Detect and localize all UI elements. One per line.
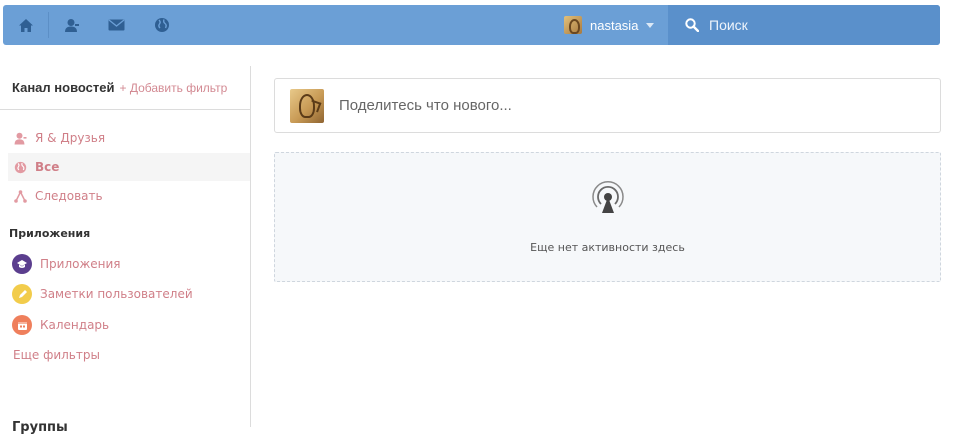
apps-section-title: Приложения xyxy=(9,227,91,240)
user-menu[interactable]: nastasia xyxy=(564,5,655,45)
sidebar-item-follow[interactable]: Следовать xyxy=(8,182,250,210)
sidebar-header: Канал новостей + Добавить фильтр xyxy=(0,66,250,110)
search-icon xyxy=(685,18,699,32)
search-input[interactable] xyxy=(709,17,909,33)
avatar xyxy=(290,88,324,123)
user-icon xyxy=(64,18,79,32)
nav-friends-button[interactable] xyxy=(49,5,94,45)
calendar-icon xyxy=(12,315,32,335)
chevron-down-icon xyxy=(646,22,655,28)
globe-icon xyxy=(13,160,27,174)
more-filters-link[interactable]: Еще фильтры xyxy=(13,348,100,362)
home-icon xyxy=(18,18,33,32)
nav-explore-button[interactable] xyxy=(139,5,184,45)
activity-empty-state: Еще нет активности здесь xyxy=(274,152,941,282)
broadcast-icon xyxy=(592,181,624,213)
sidebar-item-label: Все xyxy=(35,160,60,174)
empty-activity-text: Еще нет активности здесь xyxy=(530,241,685,254)
sidebar-item-label: Календарь xyxy=(40,318,110,332)
sidebar-item-label: Заметки пользователей xyxy=(40,287,193,301)
sidebar-title: Канал новостей xyxy=(12,80,115,95)
sidebar-item-calendar[interactable]: Календарь xyxy=(12,313,109,337)
groups-section-title: Группы xyxy=(12,420,68,435)
sidebar-item-label: Приложения xyxy=(40,257,121,271)
mail-icon xyxy=(108,19,125,31)
add-filter-link[interactable]: + Добавить фильтр xyxy=(119,81,227,95)
share-placeholder: Поделитесь что нового... xyxy=(339,97,512,114)
share-box[interactable]: Поделитесь что нового... xyxy=(274,78,941,133)
sidebar-item-apps[interactable]: Приложения xyxy=(12,252,121,276)
sidebar: Канал новостей + Добавить фильтр Я & Дру… xyxy=(0,66,251,435)
sidebar-item-all[interactable]: Все xyxy=(8,153,250,181)
pencil-icon xyxy=(12,284,32,304)
sidebar-item-me-friends[interactable]: Я & Друзья xyxy=(8,124,250,152)
nav-home-button[interactable] xyxy=(3,5,48,45)
share-icon xyxy=(13,189,27,203)
sidebar-item-label: Я & Друзья xyxy=(35,131,106,145)
sidebar-item-label: Следовать xyxy=(35,189,103,203)
user-icon xyxy=(13,131,27,145)
avatar xyxy=(564,16,582,34)
apps-icon xyxy=(12,254,32,274)
nav-icons xyxy=(3,5,184,45)
globe-icon xyxy=(154,18,169,32)
search-bar xyxy=(668,5,940,45)
sidebar-item-user-notes[interactable]: Заметки пользователей xyxy=(12,282,193,306)
username: nastasia xyxy=(590,17,639,33)
top-navbar: nastasia xyxy=(3,5,940,45)
nav-messages-button[interactable] xyxy=(94,5,139,45)
